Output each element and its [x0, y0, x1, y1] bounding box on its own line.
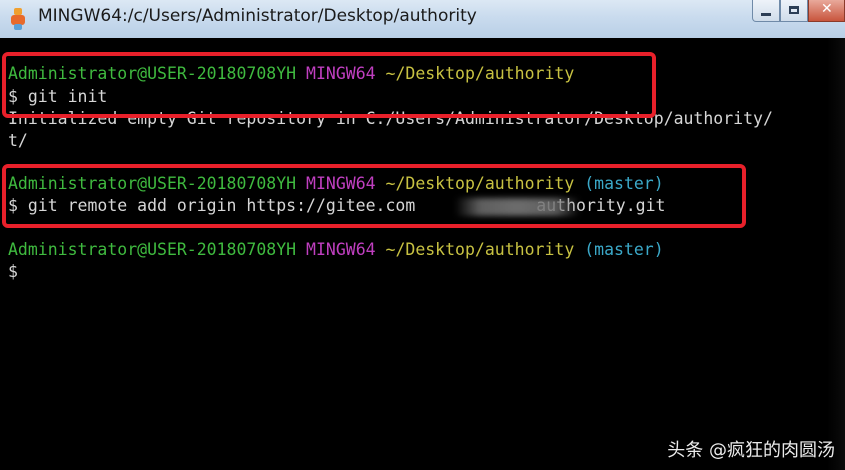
minimize-icon [761, 13, 771, 16]
close-button[interactable]: ✕ [808, 0, 845, 22]
prompt-cursor: $ [8, 262, 18, 281]
current-path: ~/Desktop/authority [385, 240, 575, 259]
output-line: t/ [8, 131, 28, 150]
minimize-button[interactable] [752, 0, 780, 22]
user-host: Administrator@USER-20180708YH [8, 240, 297, 259]
shell-name: MINGW64 [306, 240, 376, 259]
highlight-box [2, 164, 746, 228]
prompt-line: Administrator@USER-20180708YH MINGW64 ~/… [8, 239, 664, 261]
terminal-output[interactable]: Administrator@USER-20180708YH MINGW64 ~/… [0, 38, 845, 470]
terminal-window: MINGW64:/c/Users/Administrator/Desktop/a… [0, 0, 845, 470]
git-bash-icon [11, 8, 25, 30]
maximize-icon [789, 6, 799, 14]
window-title: MINGW64:/c/Users/Administrator/Desktop/a… [38, 6, 477, 26]
highlight-box [2, 52, 656, 118]
maximize-button[interactable] [780, 0, 808, 22]
close-icon: ✕ [821, 1, 833, 17]
git-branch: (master) [584, 240, 664, 259]
watermark-text: 头条 @疯狂的肉圆汤 [667, 440, 835, 461]
scrollbar[interactable] [827, 38, 845, 470]
title-bar[interactable]: MINGW64:/c/Users/Administrator/Desktop/a… [0, 0, 845, 39]
